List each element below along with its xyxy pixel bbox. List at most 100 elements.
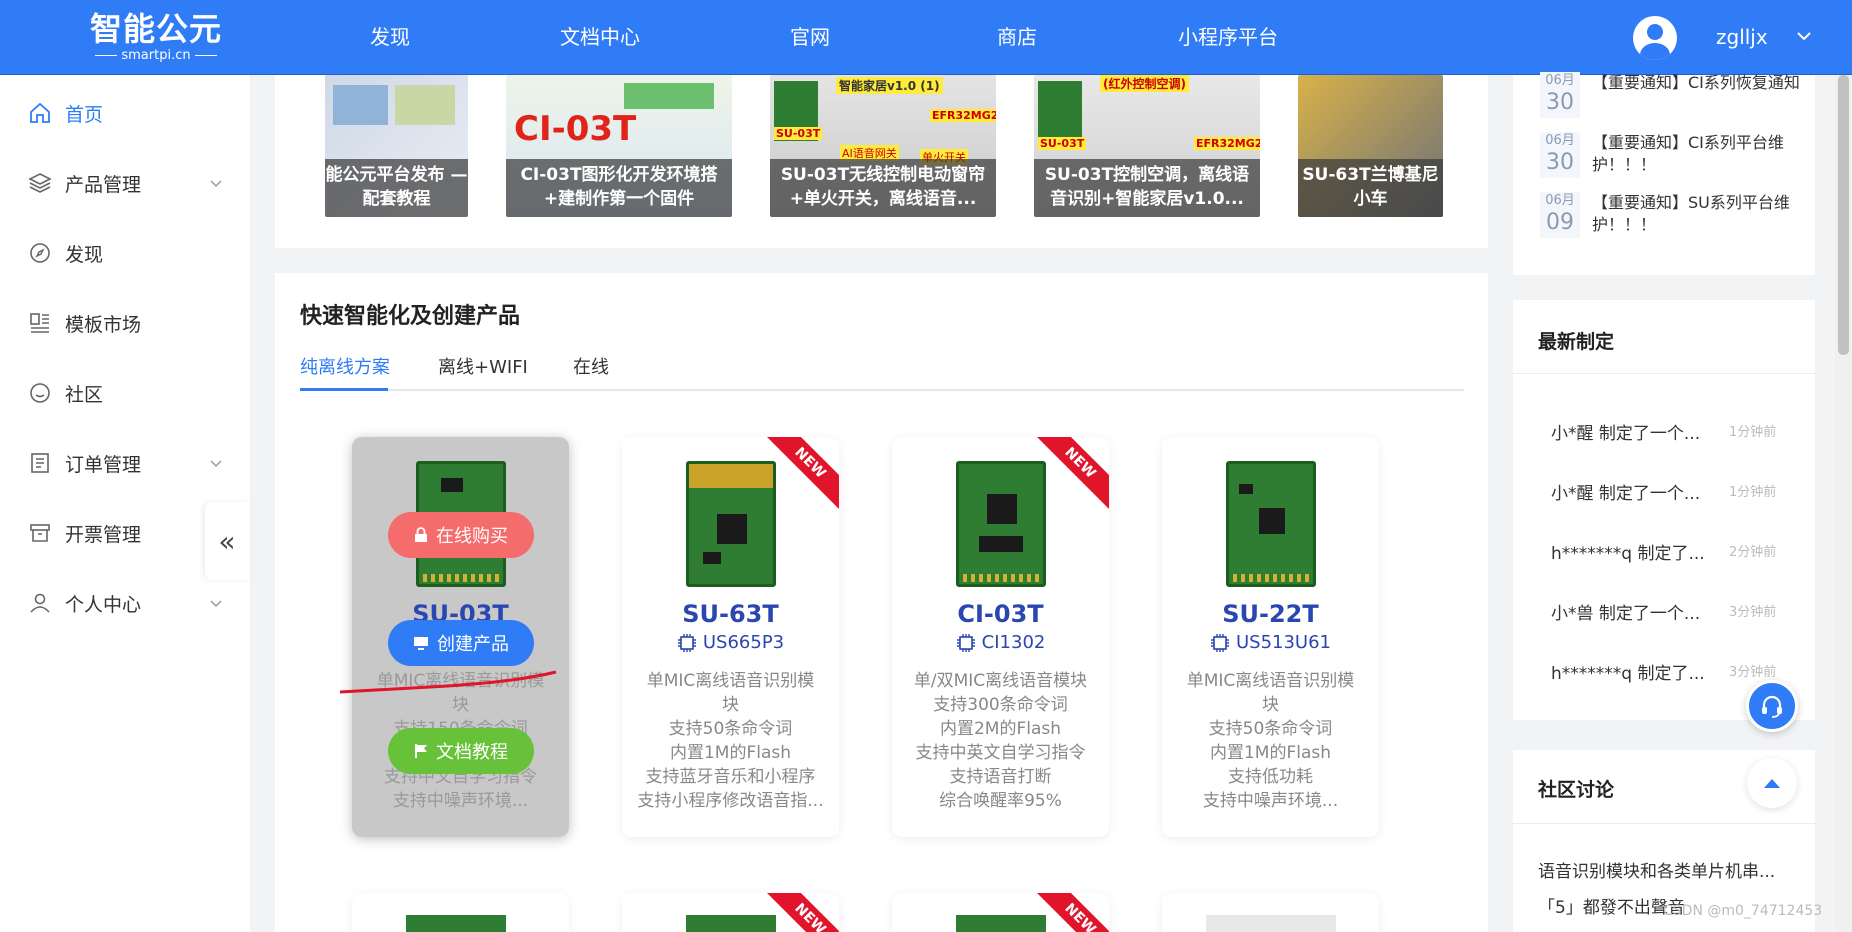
top-header: 智能公元 smartpi.cn 发现 文档中心 官网 商店 小程序平台 zgll… xyxy=(0,0,1852,75)
notice-date: 06月 30 xyxy=(1540,72,1580,118)
product-image xyxy=(956,461,1046,587)
sidebar-item-orders[interactable]: 订单管理 xyxy=(0,438,250,488)
layers-icon xyxy=(28,173,52,193)
latest-item[interactable]: 小*醒 制定了一个... 1分钟前 xyxy=(1551,419,1791,444)
sidebar-item-label: 个人中心 xyxy=(65,593,142,616)
chip-icon xyxy=(677,633,696,652)
community-title: 社区讨论 xyxy=(1538,779,1615,801)
username[interactable]: zglljx xyxy=(1716,0,1768,75)
lock-icon xyxy=(415,527,427,542)
product-card[interactable]: NEW xyxy=(892,893,1109,932)
watermark: CSDN @m0_74712453 xyxy=(1663,903,1823,919)
divider xyxy=(1513,823,1815,824)
sidebar-item-community[interactable]: 社区 xyxy=(0,368,250,418)
product-chip: US665P3 xyxy=(622,632,839,653)
carousel-slide[interactable]: SU-63T兰博基尼 小车 xyxy=(1298,75,1443,217)
chevron-down-icon[interactable] xyxy=(1796,28,1812,44)
divider xyxy=(1513,373,1815,374)
carousel-slide[interactable]: 智能家居v1.0 (1) EFR32MG21 SU-03T AI语音网关 单火开… xyxy=(770,75,996,217)
sidebar-item-home[interactable]: 首页 xyxy=(0,88,250,138)
logo[interactable]: 智能公元 smartpi.cn xyxy=(86,10,226,66)
tab-offline-wifi[interactable]: 离线+WIFI xyxy=(438,353,528,379)
carousel-slide[interactable]: CI-03T CI-03T图形化开发环境搭 +建制作第一个固件 xyxy=(506,75,732,217)
nav-miniprogram[interactable]: 小程序平台 xyxy=(1178,0,1278,75)
slide-overlay-text: (红外控制空调) xyxy=(1100,75,1189,92)
nav-discover[interactable]: 发现 xyxy=(370,0,410,75)
tabs-divider xyxy=(300,389,1464,391)
doc-tutorial-button[interactable]: 文档教程 xyxy=(388,728,534,774)
product-card-su63t[interactable]: NEW SU-63T US665P3 单MIC离线语音识别模块支持50条命令词内… xyxy=(622,437,839,837)
product-description: 单MIC离线语音识别模块支持50条命令词 内置1M的Flash 支持低功耗 支持中噪声… xyxy=(1186,671,1355,811)
latest-item[interactable]: h*******q 制定了... 3分钟前 xyxy=(1551,659,1791,684)
slide-caption: SU-03T控制空调，离线语 音识别+智能家居v1.0... xyxy=(1034,159,1260,217)
product-description: 单/双MIC离线语音模块 支持300条命令词 内置2M的Flash 支持中英文自学习指… xyxy=(913,671,1088,811)
document-icon xyxy=(31,453,49,473)
product-card[interactable]: NEW xyxy=(622,893,839,932)
sidebar-item-label: 产品管理 xyxy=(65,173,142,196)
latest-item[interactable]: 小*兽 制定了一个... 3分钟前 xyxy=(1551,599,1791,624)
product-card-ci03t[interactable]: NEW CI-03T CI1302 单/双MIC离线语音模块 支持300条命令词内… xyxy=(892,437,1109,837)
slide-overlay-text: SU-03T xyxy=(774,127,823,140)
sidebar-item-label: 开票管理 xyxy=(65,523,142,546)
create-product-label: 创建产品 xyxy=(437,634,509,655)
home-icon xyxy=(30,102,50,123)
sidebar-item-label: 社区 xyxy=(65,383,104,406)
product-name: CI-03T xyxy=(957,600,1044,628)
logo-subtext: smartpi.cn xyxy=(86,48,226,64)
carousel-slide[interactable]: (红外控制空调) SU-03T EFR32MG21 SU-03T控制空调，离线语… xyxy=(1034,75,1260,217)
product-chip: CI1302 xyxy=(892,632,1109,653)
tab-offline[interactable]: 纯离线方案 xyxy=(300,353,390,379)
sidebar-item-discover[interactable]: 发现 xyxy=(0,228,250,278)
carousel-slide[interactable]: 能公元平台发布 —配套教程 xyxy=(325,75,468,217)
product-card-su22t[interactable]: SU-22T US513U61 单MIC离线语音识别模块支持50条命令词 内置1M… xyxy=(1162,437,1379,837)
create-product-button[interactable]: 创建产品 xyxy=(388,620,534,666)
notice-date: 06月 30 xyxy=(1540,132,1580,178)
tab-online[interactable]: 在线 xyxy=(573,353,609,379)
product-image xyxy=(686,461,776,587)
sidebar-item-profile[interactable]: 个人中心 xyxy=(0,578,250,628)
nav-official-site[interactable]: 官网 xyxy=(790,0,830,75)
slide-caption: SU-63T兰博基尼 小车 xyxy=(1298,159,1443,217)
latest-item[interactable]: h*******q 制定了... 2分钟前 xyxy=(1551,539,1791,564)
latest-title: 最新制定 xyxy=(1538,331,1615,353)
sidebar-item-label: 发现 xyxy=(65,243,104,266)
scrollbar-thumb[interactable] xyxy=(1838,75,1849,355)
slide-caption: SU-03T无线控制电动窗帘 +单火开关，离线语音... xyxy=(770,159,996,217)
notice-text: 【重要通知】SU系列平台维护！！！ xyxy=(1592,193,1790,234)
product-card[interactable] xyxy=(352,893,569,932)
sidebar-collapse-button[interactable]: « xyxy=(205,502,249,580)
customer-service-button[interactable] xyxy=(1746,680,1798,732)
red-underline-annotation xyxy=(339,670,557,694)
chip-icon xyxy=(956,633,975,652)
latest-card xyxy=(1513,300,1815,720)
section-title: 快速智能化及创建产品 xyxy=(300,304,521,329)
sidebar-item-label: 模板市场 xyxy=(65,313,142,336)
caret-up-icon xyxy=(1764,779,1780,788)
chip-model: CI1302 xyxy=(981,632,1046,653)
sidebar-item-templates[interactable]: 模板市场 xyxy=(0,298,250,348)
notice-text: 【重要通知】CI系列恢复通知 xyxy=(1592,73,1800,92)
chip-model: US513U61 xyxy=(1235,632,1332,653)
sidebar-item-products[interactable]: 产品管理 xyxy=(0,158,250,208)
product-image xyxy=(1226,461,1316,587)
product-description: 单MIC离线语音识别模块支持50条命令词 内置1M的Flash 支持蓝牙音乐和小程序… xyxy=(637,671,824,811)
latest-item[interactable]: 小*醒 制定了一个... 1分钟前 xyxy=(1551,479,1791,504)
chevron-down-icon xyxy=(210,600,222,608)
chip-model: US665P3 xyxy=(702,632,785,653)
nav-store[interactable]: 商店 xyxy=(997,0,1037,75)
community-post[interactable]: 语音识别模块和各类单片机串... xyxy=(1538,857,1800,882)
product-card[interactable] xyxy=(1162,893,1379,932)
product-name: SU-63T xyxy=(682,600,779,628)
double-chevron-left-icon: « xyxy=(218,524,236,558)
chevron-down-icon xyxy=(210,460,222,468)
back-to-top-button[interactable] xyxy=(1747,758,1797,808)
nav-docs[interactable]: 文档中心 xyxy=(560,0,640,75)
slide-overlay-text: SU-03T xyxy=(1038,137,1087,150)
monitor-icon xyxy=(414,637,428,650)
buy-online-button[interactable]: 在线购买 xyxy=(388,512,534,558)
user-icon xyxy=(30,593,50,613)
chevron-down-icon xyxy=(210,180,222,188)
user-avatar[interactable] xyxy=(1633,16,1677,60)
flag-icon xyxy=(415,744,427,758)
slide-overlay-text: EFR32MG21 xyxy=(1194,137,1260,150)
